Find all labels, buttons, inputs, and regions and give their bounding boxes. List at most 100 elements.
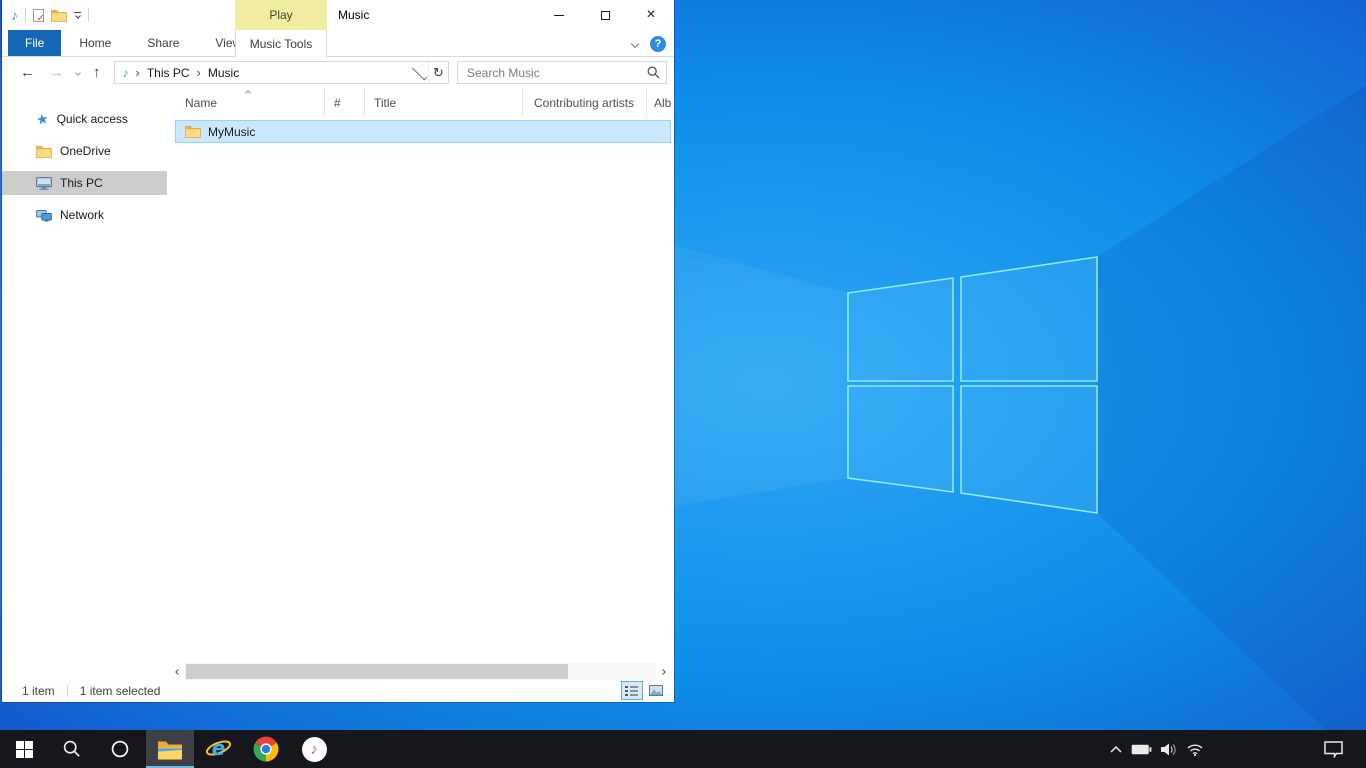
scrollbar-thumb[interactable] xyxy=(186,664,568,679)
file-row-mymusic[interactable]: MyMusic xyxy=(175,120,671,143)
breadcrumb-this-pc[interactable]: This PC xyxy=(147,66,190,80)
tab-home[interactable]: Home xyxy=(61,30,129,56)
window-body: ★ Quick access OneDrive This PC xyxy=(2,88,674,680)
scroll-right-arrow-icon[interactable] xyxy=(656,670,670,674)
details-view-button[interactable] xyxy=(621,681,643,700)
battery-icon[interactable] xyxy=(1131,744,1152,755)
chevron-down-icon xyxy=(75,13,81,19)
breadcrumb-music[interactable]: Music xyxy=(208,66,239,80)
tab-music-tools[interactable]: Music Tools xyxy=(235,30,327,57)
address-dropdown-chevron-icon[interactable] xyxy=(412,65,427,80)
details-view-icon xyxy=(625,685,639,697)
folder-icon xyxy=(185,125,201,138)
file-explorer-icon xyxy=(157,739,183,760)
window-title: Music xyxy=(338,0,369,30)
system-tray xyxy=(1110,730,1203,768)
window-controls: × xyxy=(536,0,674,30)
computer-icon xyxy=(36,177,52,190)
maximize-icon xyxy=(601,11,610,20)
action-center-icon xyxy=(1324,741,1343,758)
sidebar-item-network[interactable]: Network xyxy=(2,203,167,227)
customize-qat-dropdown[interactable] xyxy=(74,12,81,18)
back-button[interactable]: ← xyxy=(20,65,35,80)
cortana-button[interactable] xyxy=(96,730,144,768)
action-center-button[interactable] xyxy=(1308,730,1358,768)
quick-access-toolbar: ♪ ✓ xyxy=(2,8,89,22)
scroll-left-arrow-icon[interactable] xyxy=(171,670,185,674)
thumbnail-view-icon xyxy=(649,685,663,696)
show-hidden-icons-chevron-icon[interactable] xyxy=(1110,746,1122,753)
column-header-contributing-artists[interactable]: Contributing artists xyxy=(523,88,647,117)
location-music-icon: ♪ xyxy=(123,67,129,79)
divider xyxy=(88,8,89,22)
sidebar-item-label: This PC xyxy=(60,176,103,190)
column-header-album[interactable]: Alb xyxy=(647,88,674,117)
column-header-name[interactable]: Name xyxy=(175,88,325,117)
minimize-icon xyxy=(554,15,564,16)
tab-file[interactable]: File xyxy=(8,30,61,56)
properties-button[interactable]: ✓ xyxy=(33,9,44,22)
search-box xyxy=(457,61,667,84)
column-header-title[interactable]: Title xyxy=(365,88,523,117)
sort-ascending-icon xyxy=(245,90,251,96)
search-input[interactable] xyxy=(467,66,647,80)
wifi-network-icon[interactable] xyxy=(1186,743,1203,756)
navigation-pane: ★ Quick access OneDrive This PC xyxy=(2,88,167,680)
chrome-taskbar-button[interactable] xyxy=(242,730,290,768)
maximize-button[interactable] xyxy=(582,0,628,30)
sidebar-item-label: Quick access xyxy=(57,112,128,126)
selection-count: 1 item selected xyxy=(80,684,161,698)
windows-start-icon xyxy=(16,741,33,758)
sidebar-item-quick-access[interactable]: ★ Quick access xyxy=(2,107,167,131)
divider xyxy=(25,8,26,22)
close-button[interactable]: × xyxy=(628,0,674,30)
ribbon-tab-row: File Home Share View Music Tools ? xyxy=(2,30,674,57)
search-icon[interactable] xyxy=(647,66,660,79)
column-headers: Name # Title Contributing artists Alb xyxy=(175,88,674,117)
file-explorer-window: ♪ ✓ Play Music × File Home Share View Mu… xyxy=(2,0,674,702)
cortana-circle-icon xyxy=(111,740,129,758)
search-icon xyxy=(63,740,81,758)
onedrive-folder-icon xyxy=(36,145,52,158)
file-name: MyMusic xyxy=(208,125,255,139)
ribbon-right-controls: ? xyxy=(632,30,666,57)
recent-locations-chevron-icon[interactable] xyxy=(75,70,81,76)
volume-icon[interactable] xyxy=(1161,743,1177,756)
file-list: Name # Title Contributing artists Alb My… xyxy=(167,88,674,680)
minimize-button[interactable] xyxy=(536,0,582,30)
file-explorer-taskbar-button[interactable] xyxy=(146,730,194,768)
expand-ribbon-chevron-icon[interactable] xyxy=(631,39,639,47)
itunes-taskbar-button[interactable]: ♪ xyxy=(290,730,338,768)
start-button[interactable] xyxy=(0,730,48,768)
contextual-tab-group-header: Play xyxy=(235,0,327,30)
up-button[interactable]: ↑ xyxy=(93,65,101,80)
search-button[interactable] xyxy=(48,730,96,768)
sidebar-item-this-pc[interactable]: This PC xyxy=(2,171,167,195)
svg-text:e: e xyxy=(211,736,225,760)
sidebar-item-label: OneDrive xyxy=(60,144,111,158)
breadcrumb-chevron-icon[interactable]: › xyxy=(136,65,140,80)
help-button[interactable]: ? xyxy=(650,36,666,52)
close-icon: × xyxy=(646,7,655,23)
sidebar-item-label: Network xyxy=(60,208,104,222)
network-icon xyxy=(36,209,52,222)
quick-access-star-icon: ★ xyxy=(35,111,50,127)
address-bar[interactable]: ♪ › This PC › Music ↻ xyxy=(114,61,450,84)
forward-button[interactable]: → xyxy=(49,65,64,80)
breadcrumb-chevron-icon[interactable]: › xyxy=(197,65,201,80)
sidebar-item-onedrive[interactable]: OneDrive xyxy=(2,139,167,163)
column-header-number[interactable]: # xyxy=(325,88,365,117)
file-rows: MyMusic xyxy=(167,117,674,680)
chrome-icon xyxy=(253,736,279,762)
divider xyxy=(67,684,68,698)
new-folder-button[interactable] xyxy=(51,9,67,22)
horizontal-scrollbar[interactable] xyxy=(171,663,670,680)
internet-explorer-icon: e xyxy=(205,736,232,762)
internet-explorer-taskbar-button[interactable]: e xyxy=(194,730,242,768)
itunes-icon: ♪ xyxy=(302,737,327,762)
refresh-button[interactable]: ↻ xyxy=(428,62,448,83)
large-icons-view-button[interactable] xyxy=(645,681,667,700)
status-bar: 1 item 1 item selected xyxy=(2,680,674,702)
scrollbar-track[interactable] xyxy=(185,663,656,680)
tab-share[interactable]: Share xyxy=(129,30,197,56)
